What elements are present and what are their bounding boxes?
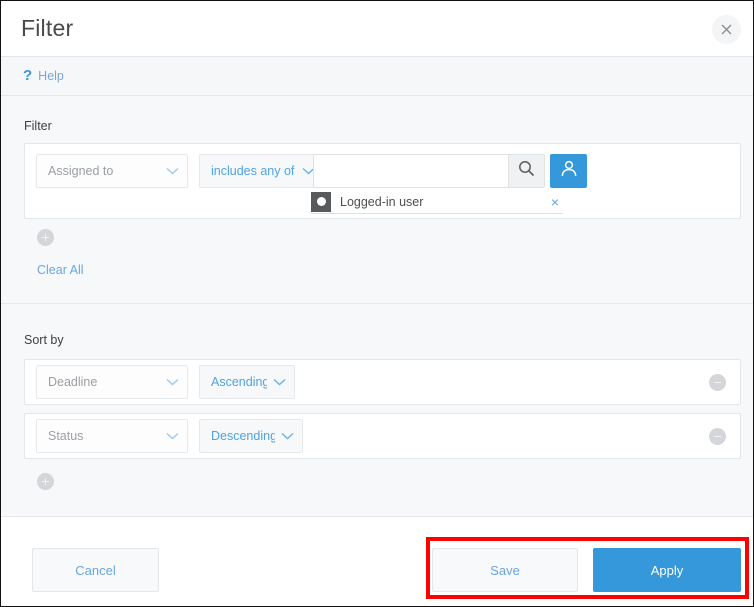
search-input[interactable] [313, 154, 508, 188]
selected-user-name: Logged-in user [340, 194, 424, 209]
sort-section-label: Sort by [24, 333, 64, 347]
filter-field-value: Assigned to [48, 164, 114, 178]
filter-section-label: Filter [24, 119, 52, 133]
minus-icon [714, 435, 721, 438]
search-icon [518, 160, 535, 182]
filter-condition-row: Assigned to includes any of Logged-in us… [24, 143, 741, 219]
chevron-down-icon [166, 162, 179, 180]
section-divider [1, 303, 753, 304]
sort-direction-value-2: Descending [211, 429, 275, 443]
dialog-footer: Cancel Save Apply [1, 516, 753, 606]
user-picker-button[interactable] [550, 154, 587, 188]
sort-field-value-1: Deadline [48, 375, 98, 389]
filter-dialog: Filter ? Help Filter Assigned to include… [0, 0, 754, 607]
filter-operator-value: includes any of [211, 164, 295, 178]
sort-row: Status Descending [24, 413, 741, 459]
sort-direction-select-1[interactable]: Ascending [199, 365, 295, 399]
filter-operator-select[interactable]: includes any of [199, 154, 324, 188]
add-filter-condition-button[interactable] [37, 229, 54, 246]
sort-direction-value-1: Ascending [211, 375, 267, 389]
user-icon [559, 159, 579, 184]
add-sort-row-button[interactable] [37, 473, 54, 490]
chevron-down-icon [273, 373, 286, 391]
search-button[interactable] [508, 154, 545, 188]
minus-icon [714, 381, 721, 384]
remove-sort-row-button-1[interactable] [709, 374, 726, 391]
user-avatar-icon [311, 191, 331, 212]
help-link[interactable]: ? Help [23, 68, 64, 83]
save-button[interactable]: Save [432, 548, 578, 592]
filter-field-select[interactable]: Assigned to [36, 154, 188, 188]
sort-field-value-2: Status [48, 429, 84, 443]
sort-field-select-1[interactable]: Deadline [36, 365, 188, 399]
clear-all-link[interactable]: Clear All [37, 263, 84, 277]
sort-field-select-2[interactable]: Status [36, 419, 188, 453]
chevron-down-icon [281, 427, 294, 445]
help-bar: ? Help [1, 57, 753, 96]
close-icon [721, 24, 732, 35]
question-mark-icon: ? [23, 67, 33, 84]
cancel-button[interactable]: Cancel [32, 548, 159, 592]
chevron-down-icon [166, 373, 179, 391]
dialog-titlebar: Filter [1, 1, 753, 57]
page-title: Filter [21, 15, 74, 41]
sort-direction-select-2[interactable]: Descending [199, 419, 303, 453]
apply-button[interactable]: Apply [593, 548, 741, 592]
chevron-down-icon [166, 427, 179, 445]
dialog-body: Filter Assigned to includes any of Logge… [1, 96, 753, 516]
filter-value-search [313, 154, 545, 188]
selected-user-chip: Logged-in user × [311, 190, 563, 214]
remove-sort-row-button-2[interactable] [709, 428, 726, 445]
help-label: Help [38, 68, 64, 83]
close-button[interactable] [712, 15, 741, 44]
sort-row: Deadline Ascending [24, 359, 741, 405]
remove-user-icon[interactable]: × [551, 195, 563, 209]
